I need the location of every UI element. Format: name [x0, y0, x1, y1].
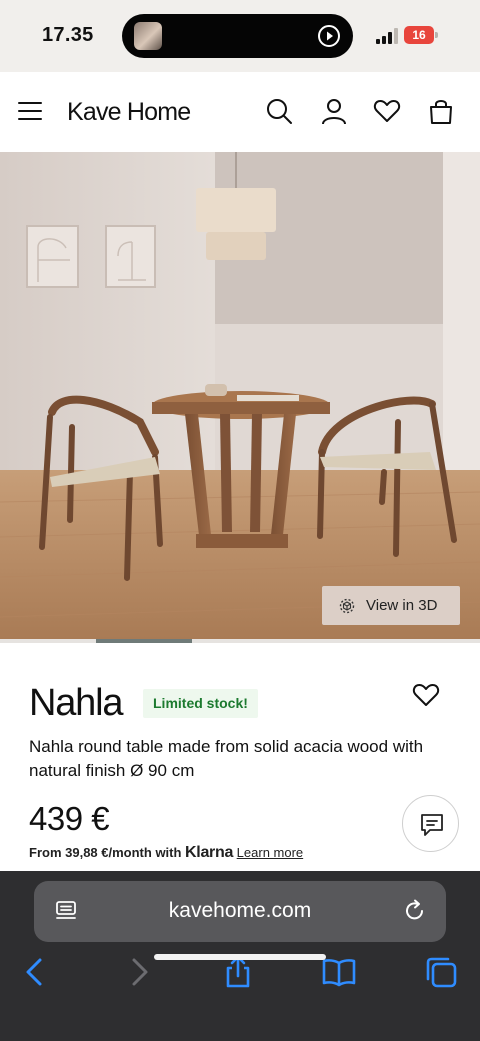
- wishlist-header-icon[interactable]: [373, 97, 401, 125]
- brand-logo[interactable]: Kave Home: [67, 98, 191, 127]
- status-bar: 17.35 16: [0, 0, 480, 72]
- product-image[interactable]: View in 3D: [0, 152, 480, 639]
- battery-level: 16: [404, 26, 434, 44]
- reload-icon[interactable]: [402, 898, 428, 924]
- chat-button[interactable]: [402, 795, 459, 852]
- bag-icon[interactable]: [427, 97, 455, 125]
- play-icon[interactable]: [317, 24, 341, 48]
- chat-icon: [421, 814, 443, 836]
- financing-prefix: From: [29, 845, 66, 860]
- heart-icon[interactable]: [412, 682, 440, 708]
- stock-badge: Limited stock!: [143, 689, 258, 718]
- product-price: 439 €: [29, 800, 110, 837]
- now-playing-artwork: [134, 22, 162, 50]
- battery-icon: 16: [404, 26, 438, 44]
- product-description: Nahla round table made from solid acacia…: [29, 737, 424, 780]
- menu-icon[interactable]: [18, 100, 42, 122]
- view-3d-button[interactable]: View in 3D: [322, 586, 460, 625]
- url-text: kavehome.com: [168, 899, 312, 922]
- dynamic-island[interactable]: [122, 14, 353, 58]
- search-icon[interactable]: [265, 97, 293, 125]
- financing-info: From 39,88 €/month with Klarna Learn mor…: [29, 844, 303, 862]
- cube-3d-icon: [339, 598, 355, 613]
- signal-icon: [376, 28, 398, 44]
- financing-with: with: [151, 845, 186, 860]
- product-photo: [0, 152, 480, 639]
- klarna-logo: Klarna: [185, 844, 234, 861]
- share-icon[interactable]: [221, 955, 255, 989]
- status-time: 17.35: [42, 24, 94, 46]
- learn-more-link[interactable]: Learn more: [237, 845, 303, 860]
- tabs-icon[interactable]: [424, 955, 458, 989]
- forward-icon[interactable]: [122, 955, 156, 989]
- site-header: Kave Home: [0, 72, 480, 152]
- gallery-indicator-active: [96, 639, 192, 643]
- account-icon[interactable]: [320, 97, 348, 125]
- view-3d-label: View in 3D: [366, 597, 438, 614]
- product-name: Nahla: [29, 682, 124, 724]
- bookmarks-icon[interactable]: [322, 955, 356, 989]
- gallery-indicator: [0, 639, 480, 643]
- address-bar[interactable]: kavehome.com: [34, 881, 446, 942]
- financing-amount: 39,88 €/month: [65, 845, 152, 860]
- home-indicator[interactable]: [154, 954, 326, 960]
- back-icon[interactable]: [18, 955, 52, 989]
